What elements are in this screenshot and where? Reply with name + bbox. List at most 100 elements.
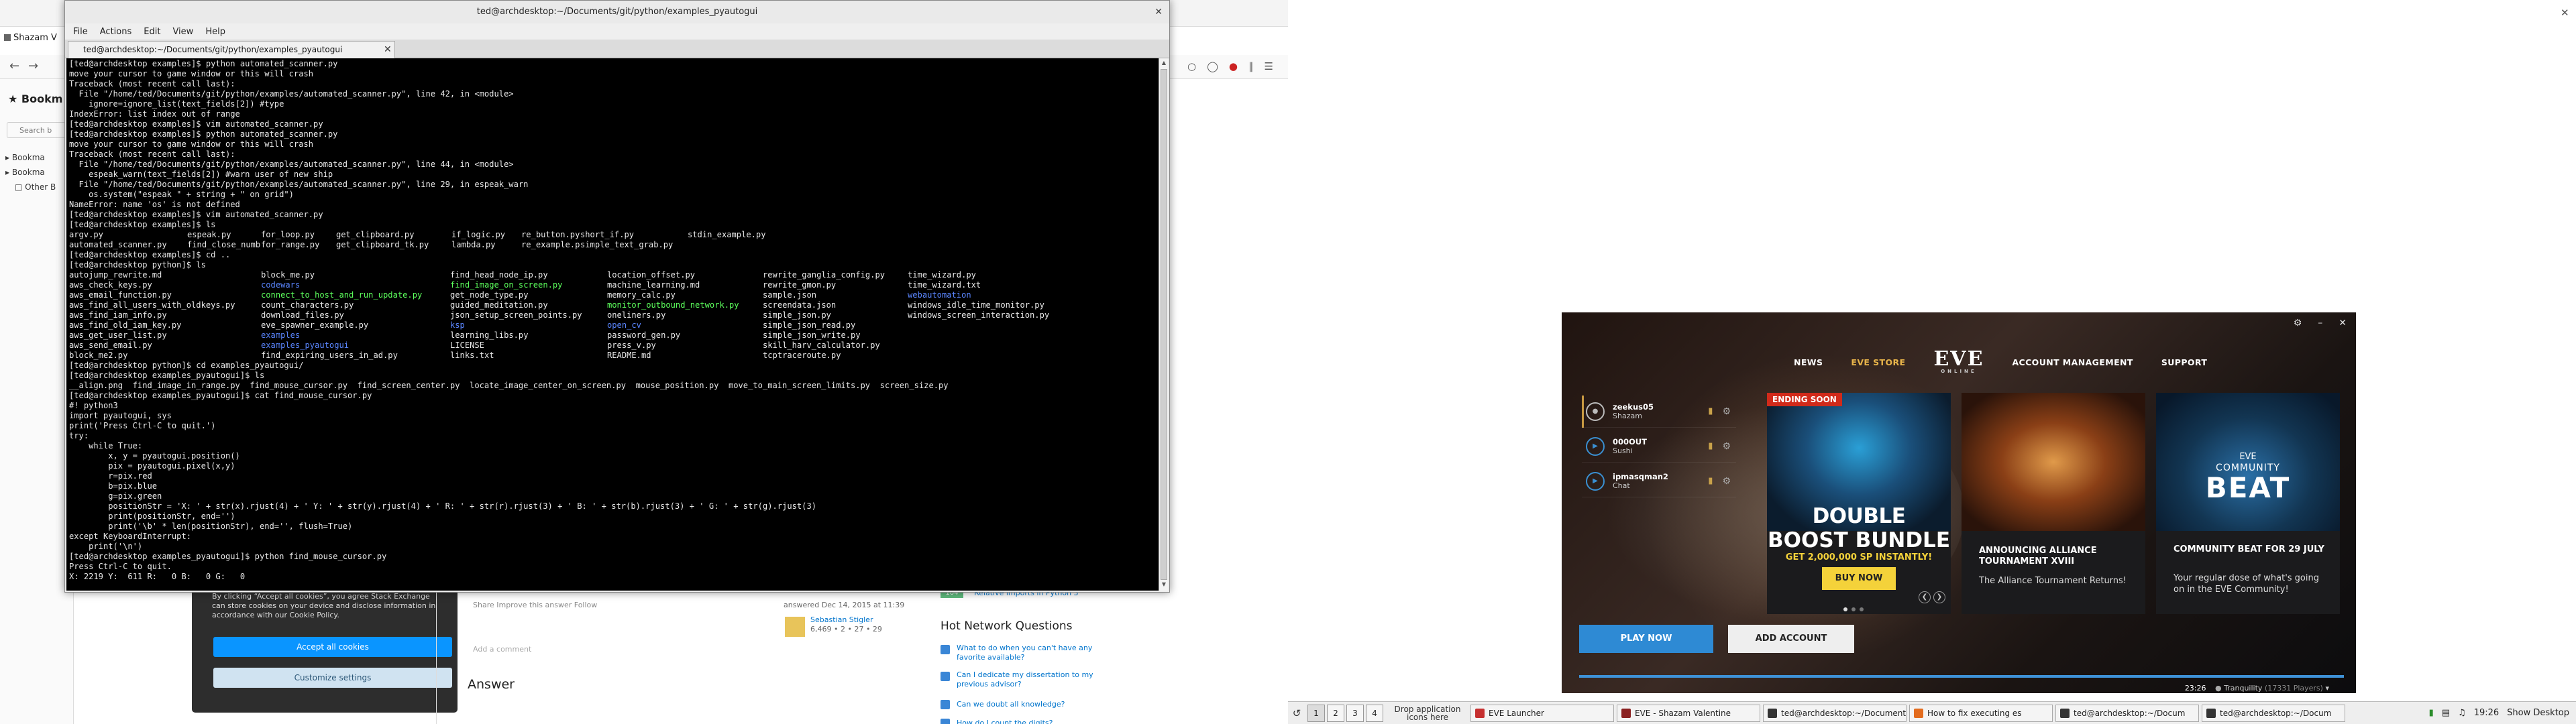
- close-icon[interactable]: ✕: [1155, 1, 1163, 23]
- back-icon[interactable]: ←: [9, 59, 19, 73]
- hnq-link[interactable]: How do I count the digits?: [957, 719, 1121, 724]
- news-card-bundle[interactable]: ENDING SOON DOUBLE BOOST BUNDLE GET 2,00…: [1767, 393, 1951, 614]
- add-comment-link[interactable]: Add a comment: [473, 645, 531, 654]
- terminal-line: [ted@archdesktop examples]$ vim automate…: [69, 119, 323, 129]
- scroll-up-icon[interactable]: ▲: [1160, 60, 1168, 68]
- taskbar-task[interactable]: ted@archdesktop:~/Documents/git/pyt: [1763, 704, 1907, 722]
- app-icon: [2206, 708, 2216, 718]
- account-play-icon[interactable]: ●: [1586, 402, 1605, 421]
- carousel-prev-icon[interactable]: ❮: [1919, 591, 1931, 603]
- terminal-line: Traceback (most recent call last):: [69, 79, 235, 88]
- carousel-dot[interactable]: [1851, 607, 1856, 611]
- nav-eve-store[interactable]: EVE STORE: [1851, 357, 1905, 367]
- hnq-link[interactable]: What to do when you can't have any favor…: [957, 644, 1121, 662]
- ls-output-row: aws_find_all_users_with_oldkeys.py count_…: [69, 300, 1156, 310]
- carousel-dot[interactable]: [1843, 607, 1847, 611]
- menu-icon[interactable]: ☰: [1264, 60, 1273, 72]
- settings-icon[interactable]: ⚙: [2294, 318, 2302, 328]
- accept-cookies-button[interactable]: Accept all cookies: [213, 637, 452, 657]
- news-card-tournament[interactable]: ANNOUNCING ALLIANCE TOURNAMENT XVIII The…: [1962, 393, 2145, 614]
- avatar[interactable]: [785, 617, 805, 637]
- answer-author[interactable]: Sebastian Stigler 6,469 • 2 • 27 • 29: [810, 615, 882, 634]
- forward-icon[interactable]: →: [28, 59, 38, 73]
- ls-entry: time_wizard.py: [908, 270, 976, 280]
- library-icon[interactable]: ∥: [1248, 60, 1254, 72]
- taskbar-task[interactable]: ted@archdesktop:~/Docum: [2202, 704, 2345, 722]
- terminal-tab[interactable]: ted@archdesktop:~/Documents/git/python/e…: [68, 41, 395, 58]
- terminal-title-bar[interactable]: ted@archdesktop:~/Documents/git/python/e…: [65, 1, 1169, 23]
- ls-entry: find_image_on_screen.py: [450, 280, 563, 290]
- bookmark-folder[interactable]: □ Other B: [15, 182, 56, 192]
- close-icon[interactable]: ✕: [2561, 7, 2569, 19]
- play-now-button[interactable]: PLAY NOW: [1579, 625, 1713, 653]
- extension-icon[interactable]: ●: [1229, 60, 1238, 72]
- menu-file[interactable]: File: [73, 27, 88, 37]
- nav-news[interactable]: NEWS: [1794, 357, 1823, 367]
- account-row[interactable]: ▶ ipmasqman2 Chat ▮ ⚙: [1582, 465, 1736, 497]
- taskbar-task[interactable]: EVE - Shazam Valentine: [1617, 704, 1760, 722]
- account-play-icon[interactable]: ▶: [1586, 471, 1605, 491]
- workspace-button[interactable]: 3: [1346, 704, 1364, 722]
- menu-edit[interactable]: Edit: [144, 27, 160, 37]
- carousel-dot[interactable]: [1860, 607, 1864, 611]
- customize-cookies-button[interactable]: Customize settings: [213, 668, 452, 688]
- terminal-scrollbar[interactable]: ▲ ▼: [1159, 58, 1168, 591]
- show-desktop-button[interactable]: Show Desktop: [2507, 708, 2569, 718]
- gear-icon[interactable]: ⚙: [1722, 406, 1731, 417]
- news-card-community-beat[interactable]: EVE COMMUNITY BEAT COMMUNITY BEAT FOR 29…: [2156, 393, 2340, 614]
- volume-icon[interactable]: ♫: [2458, 708, 2466, 718]
- workspace-button[interactable]: 1: [1307, 704, 1325, 722]
- cookie-text: By clicking “Accept all cookies”, you ag…: [212, 592, 436, 619]
- ls-entry: aws_find_iam_info.py: [69, 310, 167, 320]
- nav-support[interactable]: SUPPORT: [2161, 357, 2208, 367]
- gear-icon[interactable]: ⚙: [1722, 476, 1731, 487]
- taskbar-task[interactable]: How to fix executing es: [1909, 704, 2053, 722]
- sidebar-search-input[interactable]: Search b: [7, 122, 71, 138]
- hnq-link[interactable]: Can we doubt all knowledge?: [957, 700, 1121, 709]
- nav-account-management[interactable]: ACCOUNT MANAGEMENT: [2012, 357, 2133, 367]
- clock[interactable]: 19:26: [2474, 708, 2499, 718]
- buy-now-button[interactable]: BUY NOW: [1822, 567, 1896, 590]
- pocket-icon[interactable]: ○: [1187, 60, 1196, 72]
- bookmark-folder[interactable]: ▸ Bookma: [5, 153, 45, 162]
- taskbar-task[interactable]: EVE Launcher: [1470, 704, 1614, 722]
- tab-close-icon[interactable]: ✕: [384, 42, 392, 58]
- account-row[interactable]: ▶ 000OUT Sushi ▮ ⚙: [1582, 430, 1736, 463]
- scroll-down-icon[interactable]: ▼: [1160, 581, 1168, 589]
- account-play-icon[interactable]: ▶: [1586, 436, 1605, 456]
- ls-entry: find_head_node_ip.py: [450, 270, 548, 280]
- character-name: Sushi: [1613, 446, 1633, 455]
- terminal-line: [ted@archdesktop examples]$ cd ..: [69, 250, 231, 259]
- network-icon[interactable]: ▤: [2442, 708, 2450, 718]
- minimize-icon[interactable]: –: [2318, 318, 2322, 328]
- answer-actions[interactable]: Share Improve this answer Follow: [473, 601, 597, 609]
- menu-help[interactable]: Help: [205, 27, 225, 37]
- battery-icon[interactable]: ▮: [2429, 708, 2434, 718]
- ls-entry: if_logic.py: [451, 230, 506, 239]
- card-body: The Alliance Tournament Returns!: [1979, 576, 2127, 586]
- menu-view[interactable]: View: [172, 27, 193, 37]
- bookmark-folder[interactable]: ▸ Bookma: [5, 168, 45, 177]
- terminal-line: except KeyboardInterrupt:: [69, 532, 192, 541]
- hnq-link[interactable]: Can I dedicate my dissertation to my pre…: [957, 670, 1121, 689]
- close-icon[interactable]: ✕: [2339, 318, 2347, 328]
- menu-actions[interactable]: Actions: [100, 27, 132, 37]
- ls-entry: [908, 320, 1055, 330]
- app-menu-icon[interactable]: ↺: [1288, 707, 1305, 719]
- ls-entry: rewrite_ganglia_config.py: [763, 270, 885, 280]
- ls-entry: count_characters.py: [261, 300, 354, 310]
- carousel-next-icon[interactable]: ❯: [1933, 591, 1945, 603]
- account-row[interactable]: ● zeekus05 Shazam ▮ ⚙: [1582, 396, 1736, 428]
- workspace-button[interactable]: 2: [1327, 704, 1344, 722]
- task-label: ted@archdesktop:~/Docum: [2220, 708, 2332, 718]
- gear-icon[interactable]: ⚙: [1722, 441, 1731, 452]
- shield-icon[interactable]: ◯: [1207, 60, 1218, 72]
- chevron-down-icon[interactable]: ▾: [2325, 684, 2329, 692]
- scrollbar-thumb[interactable]: [1161, 69, 1167, 580]
- author-name[interactable]: Sebastian Stigler: [810, 615, 882, 625]
- taskbar-task[interactable]: ted@archdesktop:~/Docum: [2055, 704, 2199, 722]
- add-account-button[interactable]: ADD ACCOUNT: [1728, 625, 1854, 653]
- terminal-line: Press Ctrl-C to quit.: [69, 562, 172, 571]
- workspace-button[interactable]: 4: [1366, 704, 1383, 722]
- terminal-output[interactable]: [ted@archdesktop examples]$ python autom…: [66, 58, 1159, 591]
